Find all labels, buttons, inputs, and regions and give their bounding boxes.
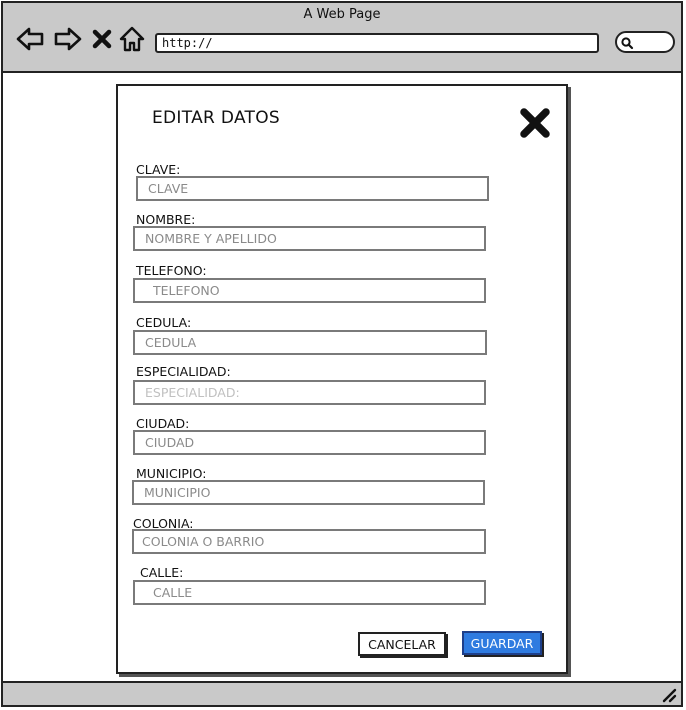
- ciudad-label: CIUDAD:: [136, 416, 190, 431]
- municipio-label: MUNICIPIO:: [136, 466, 207, 481]
- window-title: A Web Page: [303, 7, 381, 22]
- nombre-input[interactable]: [133, 226, 486, 251]
- telefono-input[interactable]: [133, 278, 486, 303]
- calle-input[interactable]: [133, 580, 486, 605]
- clave-label: CLAVE:: [136, 162, 181, 177]
- browser-search-box[interactable]: [615, 31, 675, 53]
- url-bar[interactable]: http://: [155, 33, 599, 53]
- browser-statusbar: [3, 681, 681, 705]
- cedula-label: CEDULA:: [136, 315, 192, 330]
- save-button[interactable]: GUARDAR: [462, 631, 542, 655]
- edit-data-dialog: EDITAR DATOS CLAVE: NOMBRE: TELEFONO: CE…: [116, 84, 568, 674]
- ciudad-input[interactable]: [133, 430, 486, 455]
- clave-input[interactable]: [136, 176, 489, 201]
- calle-label: CALLE:: [140, 565, 184, 580]
- nombre-label: NOMBRE:: [136, 212, 196, 227]
- telefono-label: TELEFONO:: [136, 263, 207, 278]
- especialidad-label: ESPECIALIDAD:: [136, 364, 231, 379]
- search-icon: [621, 37, 634, 50]
- dialog-title: EDITAR DATOS: [152, 108, 281, 128]
- especialidad-input[interactable]: [133, 380, 486, 405]
- home-icon[interactable]: [118, 25, 146, 53]
- browser-titlebar: A Web Page http://: [3, 3, 681, 73]
- cancel-button[interactable]: CANCELAR: [358, 632, 446, 656]
- stop-icon[interactable]: [91, 25, 113, 53]
- colonia-input[interactable]: [132, 529, 486, 554]
- municipio-input[interactable]: [132, 480, 485, 505]
- back-icon[interactable]: [15, 25, 45, 53]
- resize-grip-icon[interactable]: [661, 687, 677, 703]
- cedula-input[interactable]: [133, 330, 487, 355]
- forward-icon[interactable]: [53, 25, 83, 53]
- close-icon[interactable]: [518, 106, 552, 140]
